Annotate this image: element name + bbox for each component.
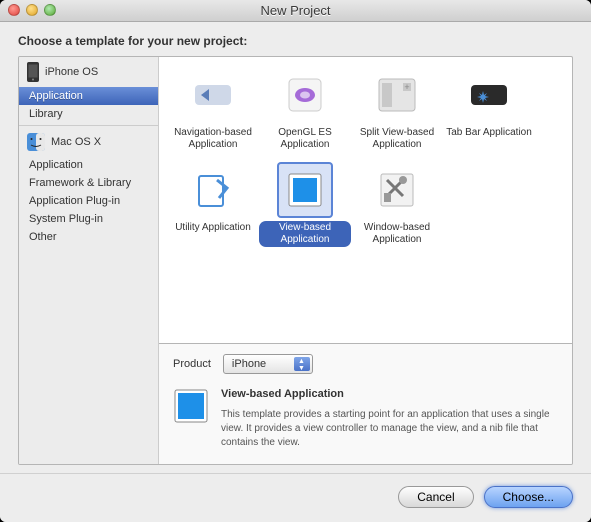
template-label: View-based Application — [259, 221, 351, 247]
template-viewbased[interactable]: View-based Application — [259, 162, 351, 247]
detail-description: This template provides a starting point … — [221, 408, 558, 450]
windowbased-icon — [373, 166, 421, 214]
sidebar-item-app-plugin[interactable]: Application Plug-in — [19, 192, 158, 210]
minimize-button[interactable] — [26, 4, 38, 16]
finder-icon — [27, 133, 45, 151]
template-splitview[interactable]: + Split View-based Application — [351, 67, 443, 152]
product-label: Product — [173, 358, 211, 370]
window-title: New Project — [260, 3, 330, 18]
sidebar-header-label: iPhone OS — [45, 66, 98, 78]
iphone-icon — [27, 62, 39, 82]
description-row: View-based Application This template pro… — [173, 388, 558, 450]
sidebar-item-application[interactable]: Application — [19, 87, 158, 105]
template-label: Navigation-based Application — [167, 126, 259, 152]
svg-text:+: + — [404, 82, 409, 92]
close-button[interactable] — [8, 4, 20, 16]
cancel-button[interactable]: Cancel — [398, 486, 473, 508]
sidebar-item-application-mac[interactable]: Application — [19, 156, 158, 174]
sidebar-item-library[interactable]: Library — [19, 105, 158, 123]
sidebar-item-framework[interactable]: Framework & Library — [19, 174, 158, 192]
template-navigation[interactable]: Navigation-based Application — [167, 67, 259, 152]
content-area: Choose a template for your new project: … — [0, 22, 591, 473]
button-bar: Cancel Choose... — [0, 473, 591, 522]
template-label: Utility Application — [172, 221, 254, 235]
main-panel: iPhone OS Application Library Mac OS X A… — [18, 56, 573, 465]
sidebar: iPhone OS Application Library Mac OS X A… — [19, 57, 159, 464]
titlebar: New Project — [0, 0, 591, 22]
detail-panel: Product iPhone ▲▼ View-based Application… — [159, 343, 572, 464]
product-select[interactable]: iPhone ▲▼ — [223, 354, 313, 374]
template-label: Tab Bar Application — [443, 126, 535, 140]
prompt-text: Choose a template for your new project: — [18, 34, 573, 48]
select-arrows-icon: ▲▼ — [298, 358, 305, 372]
sidebar-separator — [19, 125, 158, 126]
template-windowbased[interactable]: Window-based Application — [351, 162, 443, 247]
viewbased-icon — [281, 166, 329, 214]
right-panel: Navigation-based Application OpenGL ES A… — [159, 57, 572, 464]
sidebar-section-macosx: Mac OS X — [19, 128, 158, 156]
description-text: View-based Application This template pro… — [221, 388, 558, 450]
new-project-window: New Project Choose a template for your n… — [0, 0, 591, 522]
detail-icon — [173, 388, 209, 424]
template-tabbar[interactable]: Tab Bar Application — [443, 67, 535, 152]
splitview-icon: + — [373, 71, 421, 119]
product-selected: iPhone — [232, 358, 266, 370]
navigation-icon — [189, 71, 237, 119]
tabbar-icon — [465, 71, 513, 119]
detail-title: View-based Application — [221, 388, 558, 400]
zoom-button[interactable] — [44, 4, 56, 16]
template-label: OpenGL ES Application — [259, 126, 351, 152]
template-label: Window-based Application — [351, 221, 443, 247]
sidebar-header-label: Mac OS X — [51, 136, 101, 148]
template-utility[interactable]: Utility Application — [167, 162, 259, 247]
template-grid: Navigation-based Application OpenGL ES A… — [159, 57, 572, 343]
sidebar-item-system-plugin[interactable]: System Plug-in — [19, 210, 158, 228]
template-opengl[interactable]: OpenGL ES Application — [259, 67, 351, 152]
product-row: Product iPhone ▲▼ — [173, 354, 558, 374]
choose-button[interactable]: Choose... — [484, 486, 573, 508]
opengl-icon — [281, 71, 329, 119]
window-controls — [8, 4, 56, 16]
sidebar-section-iphone: iPhone OS — [19, 57, 158, 87]
sidebar-item-other[interactable]: Other — [19, 228, 158, 246]
utility-icon — [189, 166, 237, 214]
template-label: Split View-based Application — [351, 126, 443, 152]
